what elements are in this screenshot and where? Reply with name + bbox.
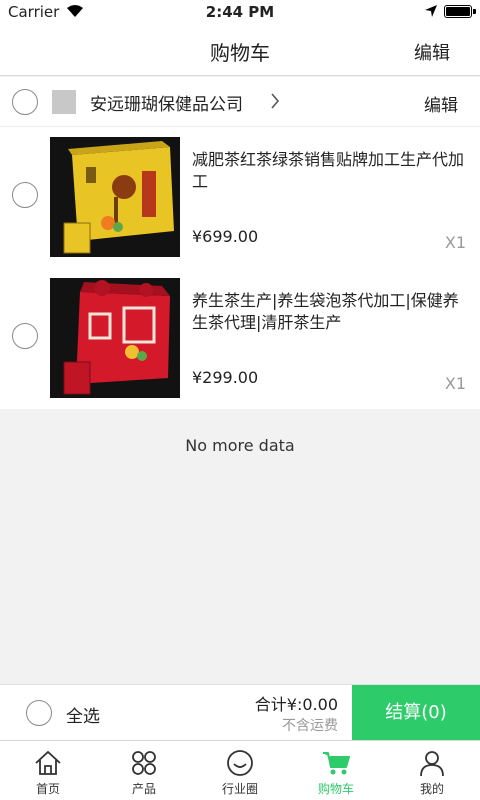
nav-bar: 购物车 编辑 (0, 24, 480, 76)
tab-home[interactable]: 首页 (0, 741, 96, 800)
product-image[interactable] (50, 278, 180, 398)
chevron-right-icon[interactable] (270, 93, 280, 109)
tab-cart[interactable]: 购物车 (288, 741, 384, 800)
page-title: 购物车 (210, 41, 270, 65)
checkout-bar: 全选 合计¥:0.00 不含运费 结算(0) (0, 684, 480, 741)
product-price: ¥699.00 (192, 227, 259, 246)
tab-label: 购物车 (317, 782, 354, 796)
shipping-note: 不含运费 (282, 718, 338, 734)
product-quantity: X1 (444, 233, 466, 252)
smile-icon (227, 750, 253, 776)
item-select-radio[interactable] (12, 323, 38, 349)
store-row: 安远珊瑚保健品公司 编辑 (0, 77, 480, 127)
select-all-radio[interactable] (26, 700, 52, 726)
status-time: 2:44 PM (205, 3, 275, 21)
select-all-label[interactable]: 全选 (66, 702, 100, 727)
tab-label: 产品 (131, 782, 156, 796)
product-price: ¥299.00 (192, 368, 259, 387)
store-edit-button[interactable]: 编辑 (424, 91, 458, 116)
list-end-label: No more data (185, 436, 295, 455)
checkout-button[interactable]: 结算(0) (352, 685, 480, 741)
product-image[interactable] (50, 137, 180, 257)
product-name[interactable]: 养生茶生产|养生袋泡茶代加工|保健养生茶代理|清肝茶生产 (192, 290, 472, 334)
tab-products[interactable]: 产品 (96, 741, 192, 800)
tab-industry-circle[interactable]: 行业圈 (192, 741, 288, 800)
tab-label: 行业圈 (221, 782, 258, 796)
tab-bar: 首页 产品 行业圈 购物车 我的 (0, 740, 480, 800)
status-bar: Carrier 2:44 PM (0, 0, 480, 24)
battery-icon (444, 5, 476, 18)
tab-label: 我的 (419, 782, 444, 796)
tab-label: 首页 (35, 782, 60, 796)
product-quantity: X1 (444, 374, 466, 393)
cart-icon (323, 752, 350, 775)
cart-item: 养生茶生产|养生袋泡茶代加工|保健养生茶代理|清肝茶生产 ¥299.00 X1 (0, 268, 480, 409)
home-icon (35, 750, 61, 775)
cart-item: 减肥茶红茶绿茶销售贴牌加工生产代加工 ¥699.00 X1 (0, 127, 480, 268)
store-name-link[interactable]: 安远珊瑚保健品公司 (90, 90, 243, 115)
total-amount: 合计¥:0.00 (254, 695, 338, 714)
edit-button[interactable]: 编辑 (414, 39, 450, 65)
grid-icon (132, 751, 156, 775)
item-select-radio[interactable] (12, 182, 38, 208)
store-select-radio[interactable] (12, 89, 38, 115)
product-name[interactable]: 减肥茶红茶绿茶销售贴牌加工生产代加工 (192, 149, 472, 193)
location-arrow-icon (425, 5, 437, 17)
tab-profile[interactable]: 我的 (384, 741, 480, 800)
store-logo (52, 90, 76, 114)
user-icon (420, 751, 444, 777)
